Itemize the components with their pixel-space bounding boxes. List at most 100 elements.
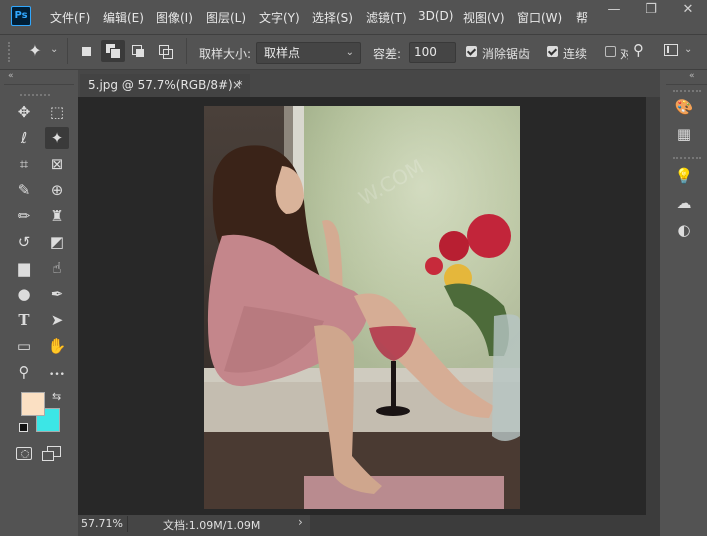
menu-file[interactable]: 文件(F)	[50, 9, 90, 26]
crop-tool[interactable]: ⌗	[12, 153, 36, 175]
eyedropper-icon: ✎	[17, 181, 31, 199]
document-tab-title: 5.jpg @ 57.7%(RGB/8#) *	[88, 78, 243, 92]
status-menu-arrow[interactable]: ›	[298, 515, 303, 529]
anti-alias-checkbox[interactable]	[466, 46, 477, 57]
subtract-selection-icon-part	[136, 49, 144, 57]
document-info[interactable]: 文档:1.09M/1.09M	[163, 517, 260, 533]
brush-icon: ✏	[17, 207, 31, 225]
search-icon[interactable]: ⚲	[633, 41, 644, 59]
chevron-down-icon: ⌄	[345, 47, 354, 58]
menu-select[interactable]: 选择(S)	[312, 9, 353, 26]
lasso-tool[interactable]: ℓ	[12, 127, 36, 149]
menu-image[interactable]: 图像(I)	[156, 9, 193, 26]
intersect-selection-button[interactable]	[157, 43, 173, 59]
menu-help[interactable]: 帮	[576, 9, 588, 26]
hand-tool[interactable]: ✋	[45, 335, 69, 357]
restore-button[interactable]: ❐	[634, 0, 668, 20]
more-tools[interactable]: •••	[45, 361, 69, 383]
libraries-panel-button[interactable]: ☁	[673, 193, 695, 213]
close-button[interactable]: ✕	[671, 0, 705, 20]
healing-tool[interactable]: ⊕	[45, 179, 69, 201]
zoom-tool[interactable]: ⚲	[12, 361, 36, 383]
divider	[4, 84, 74, 85]
foreground-color-swatch[interactable]	[21, 392, 45, 416]
sample-size-label: 取样大小:	[199, 47, 252, 61]
menu-view[interactable]: 视图(V)	[463, 9, 505, 26]
document-tab[interactable]: 5.jpg @ 57.7%(RGB/8#) *	[80, 74, 250, 97]
type-icon: T	[18, 311, 30, 329]
contiguous-checkbox[interactable]	[547, 46, 558, 57]
brush-tool[interactable]: ✏	[12, 205, 36, 227]
horizontal-scrollbar[interactable]	[310, 515, 660, 536]
swatches-panel-button[interactable]: ▦	[673, 124, 695, 144]
tolerance-input[interactable]: 100	[409, 42, 456, 63]
menu-3d[interactable]: 3D(D)	[418, 9, 453, 23]
rect-marquee-icon: ⬚	[49, 103, 65, 121]
healing-icon: ⊕	[50, 181, 64, 199]
zoom-level[interactable]: 57.71%	[81, 517, 123, 530]
shape-tool[interactable]: ▭	[12, 335, 36, 357]
toolbar-grip[interactable]	[20, 94, 50, 98]
workspace-icon-bar	[667, 46, 669, 53]
anti-alias-label: 消除锯齿	[482, 47, 531, 61]
learn-panel-button[interactable]: 💡	[673, 166, 695, 186]
divider	[186, 38, 187, 64]
default-colors-icon[interactable]	[19, 423, 28, 432]
stamp-tool[interactable]: ♜	[45, 205, 69, 227]
menu-type[interactable]: 文字(Y)	[259, 9, 300, 26]
screen-mode-icon[interactable]	[42, 446, 61, 461]
history-brush-tool[interactable]: ↺	[12, 231, 36, 253]
menu-filter[interactable]: 滤镜(T)	[366, 9, 407, 26]
menu-edit[interactable]: 编辑(E)	[103, 9, 144, 26]
dodge-tool[interactable]: ●	[12, 283, 36, 305]
hand-icon: ✋	[47, 337, 67, 355]
eraser-tool[interactable]: ◩	[45, 231, 69, 253]
marquee-tool[interactable]: ⬚	[45, 101, 69, 123]
frame-tool[interactable]: ⊠	[45, 153, 69, 175]
adjustments-panel-button[interactable]: ◐	[673, 220, 695, 240]
subtract-selection-button[interactable]	[130, 43, 146, 59]
gradient-tool[interactable]: ▆	[12, 257, 36, 279]
collapse-icon[interactable]: «	[8, 71, 14, 81]
type-tool[interactable]: T	[12, 309, 36, 331]
quick-mask-icon[interactable]	[16, 447, 32, 460]
contiguous-label: 连续	[563, 47, 588, 61]
document-image[interactable]: W.COM	[204, 106, 520, 509]
screen-mode-icon-part	[42, 451, 54, 461]
dodge-icon: ●	[17, 285, 31, 303]
options-grip[interactable]	[8, 42, 13, 62]
color-panel-button[interactable]: 🎨	[673, 97, 695, 117]
grid-icon: ▦	[676, 125, 692, 143]
photo-illustration: W.COM	[204, 106, 520, 509]
intersect-selection-icon-part	[163, 49, 173, 59]
crop-icon: ⌗	[19, 155, 29, 173]
swap-colors-icon[interactable]: ⇆	[52, 390, 61, 403]
workspace-icon[interactable]	[664, 44, 678, 56]
panel-grip[interactable]	[673, 157, 701, 161]
divider	[67, 38, 68, 64]
pen-tool[interactable]: ✒	[45, 283, 69, 305]
new-selection-button[interactable]	[78, 43, 94, 59]
collapse-icon[interactable]: «	[689, 71, 695, 81]
menu-layer[interactable]: 图层(L)	[206, 9, 246, 26]
move-tool[interactable]: ✥	[12, 101, 36, 123]
magic-wand-preset-icon[interactable]: ✦	[24, 40, 46, 62]
minimize-button[interactable]: —	[597, 0, 631, 20]
panel-grip[interactable]	[673, 90, 701, 94]
frame-icon: ⊠	[50, 155, 64, 173]
close-tab-icon[interactable]: ×	[232, 78, 242, 92]
sample-size-dropdown[interactable]: 取样点 ⌄	[256, 42, 361, 64]
chevron-down-icon[interactable]: ⌄	[50, 44, 58, 55]
path-select-tool[interactable]: ➤	[45, 309, 69, 331]
chevron-down-icon[interactable]: ⌄	[684, 44, 692, 55]
sample-all-layers-checkbox[interactable]	[605, 46, 616, 57]
divider	[666, 84, 707, 85]
add-to-selection-button[interactable]	[101, 40, 125, 62]
eyedropper-tool[interactable]: ✎	[12, 179, 36, 201]
menu-window[interactable]: 窗口(W)	[517, 9, 562, 26]
add-selection-icon-part	[110, 48, 121, 59]
vertical-scrollbar[interactable]	[646, 97, 660, 515]
magic-wand-tool[interactable]: ✦	[45, 127, 69, 149]
ellipsis-icon: •••	[49, 370, 65, 380]
smudge-tool[interactable]: ☝	[45, 257, 69, 279]
